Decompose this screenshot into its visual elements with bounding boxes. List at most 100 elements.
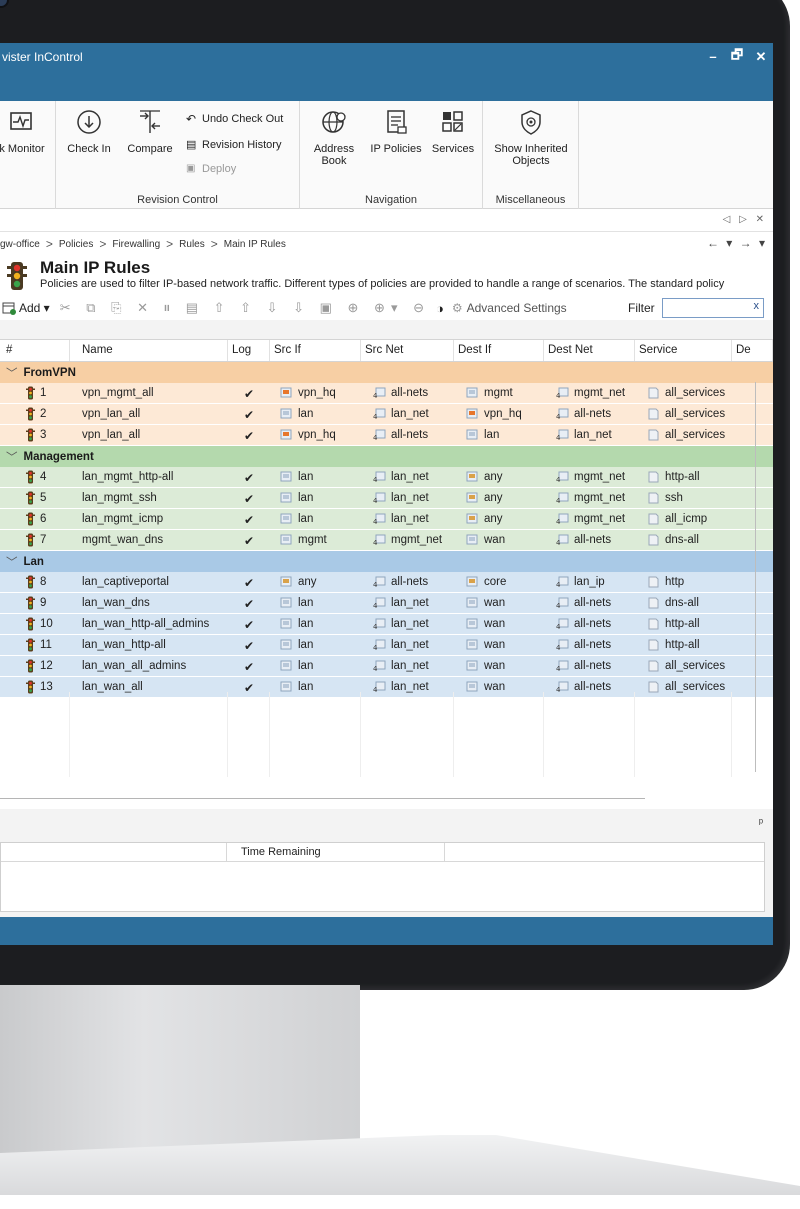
service-value: all_icmp — [665, 513, 708, 525]
breadcrumb-item-policies[interactable]: Policies — [59, 239, 93, 250]
chevron-down-icon[interactable]: ﹀ — [6, 365, 18, 381]
service-cell: http-all — [635, 635, 732, 655]
table-row[interactable]: 7 mgmt_wan_dns ✔ mgmt 4 mgmt_net wan 4 all-nets d… — [0, 530, 773, 551]
grid-header: # Name Log Src If Src Net Dest If Dest N… — [0, 340, 773, 362]
filter-clear-button[interactable]: x — [754, 300, 760, 312]
dest-if-value: lan — [484, 429, 500, 441]
destination-cell — [732, 530, 773, 550]
table-row[interactable]: 11 lan_wan_http-all ✔ lan 4 lan_net wan 4 all-ne… — [0, 635, 773, 656]
table-row[interactable]: 9 lan_wan_dns ✔ lan 4 lan_net wan 4 all-nets dns-… — [0, 593, 773, 614]
service-icon — [647, 471, 660, 486]
show-inherited-objects-button[interactable]: Show Inherited Objects — [489, 107, 573, 167]
vertical-scrollbar[interactable] — [755, 382, 760, 772]
breadcrumb-item-rules[interactable]: Rules — [179, 239, 205, 250]
col-header-dest-net[interactable]: Dest Net — [544, 340, 635, 361]
col-header-name[interactable]: Name — [70, 340, 228, 361]
service-value: all_services — [665, 660, 726, 672]
horizontal-scrollbar[interactable] — [0, 798, 645, 801]
add-button[interactable]: Add ▾ — [0, 301, 50, 315]
monitor-icon — [10, 112, 32, 130]
service-icon — [647, 408, 660, 423]
monitor-stand — [0, 985, 800, 1209]
breadcrumb-item-firewalling[interactable]: Firewalling — [112, 239, 160, 250]
col-header-service[interactable]: Service — [635, 340, 732, 361]
check-in-button[interactable]: Check In — [64, 107, 114, 155]
rule-number-cell: 8 — [0, 572, 70, 592]
breadcrumb-item-main-ip-rules[interactable]: Main IP Rules — [224, 239, 286, 250]
rule-folder-header[interactable]: ﹀ Lan — [0, 551, 773, 572]
interface-icon — [466, 576, 479, 591]
contrast-icon[interactable]: ◑ — [436, 301, 444, 316]
col-header-number[interactable]: # — [0, 340, 70, 361]
address-book-button[interactable]: Address Book — [308, 107, 360, 167]
dest-if-cell: wan — [454, 635, 544, 655]
table-row[interactable]: 10 lan_wan_http-all_admins ✔ lan 4 lan_net wan… — [0, 614, 773, 635]
deploy-button[interactable]: ▣ Deploy — [186, 163, 236, 175]
col-header-src-if[interactable]: Src If — [270, 340, 361, 361]
minimize-button[interactable]: – — [701, 49, 725, 64]
table-row[interactable]: 8 lan_captiveportal ✔ any 4 all-nets core 4 lan_… — [0, 572, 773, 593]
src-net-cell: 4 mgmt_net — [361, 530, 454, 550]
check-in-label: Check In — [67, 143, 111, 155]
rule-name: lan_wan_dns — [82, 597, 150, 609]
src-net-cell: 4 lan_net — [361, 656, 454, 676]
service-icon — [647, 597, 660, 612]
service-value: all_services — [665, 408, 726, 420]
revision-history-button[interactable]: ▤ Revision History — [186, 139, 281, 151]
history-nav-buttons[interactable]: ← ▾ → ▾ — [707, 236, 767, 250]
breadcrumb-separator-icon: > — [210, 237, 218, 251]
service-value: dns-all — [665, 597, 699, 609]
rule-folder-header[interactable]: ﹀ Management — [0, 446, 773, 467]
breadcrumb-item-gw-office[interactable]: gw-office — [0, 239, 40, 250]
col-header-destination[interactable]: De — [732, 340, 773, 361]
dest-if-value: any — [484, 513, 503, 525]
monitor-button[interactable]: k Monitor — [0, 107, 52, 155]
destination-cell — [732, 614, 773, 634]
ip-policies-button[interactable]: IP Policies — [366, 107, 426, 155]
rule-name: mgmt_wan_dns — [82, 534, 164, 546]
interface-icon — [280, 429, 293, 444]
src-net-cell: 4 lan_net — [361, 488, 454, 508]
rule-number: 4 — [40, 471, 47, 483]
col-header-dest-if[interactable]: Dest If — [454, 340, 544, 361]
src-if-value: lan — [298, 660, 314, 672]
table-row[interactable]: 5 lan_mgmt_ssh ✔ lan 4 lan_net any 4 mgmt_net ssh — [0, 488, 773, 509]
src-net-value: lan_net — [391, 471, 429, 483]
chevron-down-icon[interactable]: ﹀ — [6, 449, 18, 465]
table-row[interactable]: 1 vpn_mgmt_all ✔ vpn_hq 4 all-nets mgmt 4 mgmt_n… — [0, 383, 773, 404]
rule-name-cell: lan_captiveportal — [70, 572, 228, 592]
services-button[interactable]: Services — [428, 107, 478, 155]
tab-strip-controls[interactable]: ◁ ▷ ✕ — [723, 214, 767, 225]
table-row[interactable]: 3 vpn_lan_all ✔ vpn_hq 4 all-nets lan 4 lan_net a… — [0, 425, 773, 446]
app-window: vister InControl – 🗗 ✕ k Monitor Check I… — [0, 43, 773, 945]
pin-icon[interactable]: ᵖ — [759, 817, 763, 829]
col-header-log[interactable]: Log — [228, 340, 270, 361]
close-button[interactable]: ✕ — [749, 49, 773, 65]
traffic-light-icon — [26, 533, 35, 550]
restore-button[interactable]: 🗗 — [725, 46, 749, 68]
table-row[interactable]: 4 lan_mgmt_http-all ✔ lan 4 lan_net any 4 mgmt_n… — [0, 467, 773, 488]
edit-actions-icons[interactable]: ✂ ⧉ ⎘ ✕ ⏸ ▤ ⇧ ⇧ ⇩ ⇩ ▣ ⊕ ⊕▾ ⊖ — [60, 300, 430, 316]
rule-name-cell: vpn_lan_all — [70, 404, 228, 424]
table-row[interactable]: 6 lan_mgmt_icmp ✔ lan 4 lan_net any 4 mgmt_net al… — [0, 509, 773, 530]
src-net-value: all-nets — [391, 576, 429, 588]
chevron-down-icon[interactable]: ﹀ — [6, 554, 18, 570]
src-net-value: all-nets — [391, 429, 429, 441]
table-row[interactable]: 2 vpn_lan_all ✔ lan 4 lan_net vpn_hq 4 all-nets a… — [0, 404, 773, 425]
destination-cell — [732, 509, 773, 529]
filter-input[interactable]: x — [662, 298, 764, 318]
interface-icon — [280, 408, 293, 423]
undo-check-out-button[interactable]: ↶ Undo Check Out — [186, 113, 283, 125]
rule-name: lan_wan_all_admins — [82, 660, 187, 672]
compare-button[interactable]: Compare — [122, 107, 178, 155]
log-check-icon: ✔ — [243, 576, 255, 590]
src-if-value: lan — [298, 618, 314, 630]
gear-icon[interactable]: ⚙ — [452, 301, 463, 315]
rule-folder-header[interactable]: ﹀ FromVPN — [0, 362, 773, 383]
title-bar: vister InControl – 🗗 ✕ — [0, 43, 773, 70]
rule-name-cell: vpn_mgmt_all — [70, 383, 228, 403]
col-header-src-net[interactable]: Src Net — [361, 340, 454, 361]
advanced-settings-button[interactable]: Advanced Settings — [467, 301, 567, 315]
col-header-time-remaining[interactable]: Time Remaining — [227, 843, 445, 862]
table-row[interactable]: 12 lan_wan_all_admins ✔ lan 4 lan_net wan 4 all-… — [0, 656, 773, 677]
